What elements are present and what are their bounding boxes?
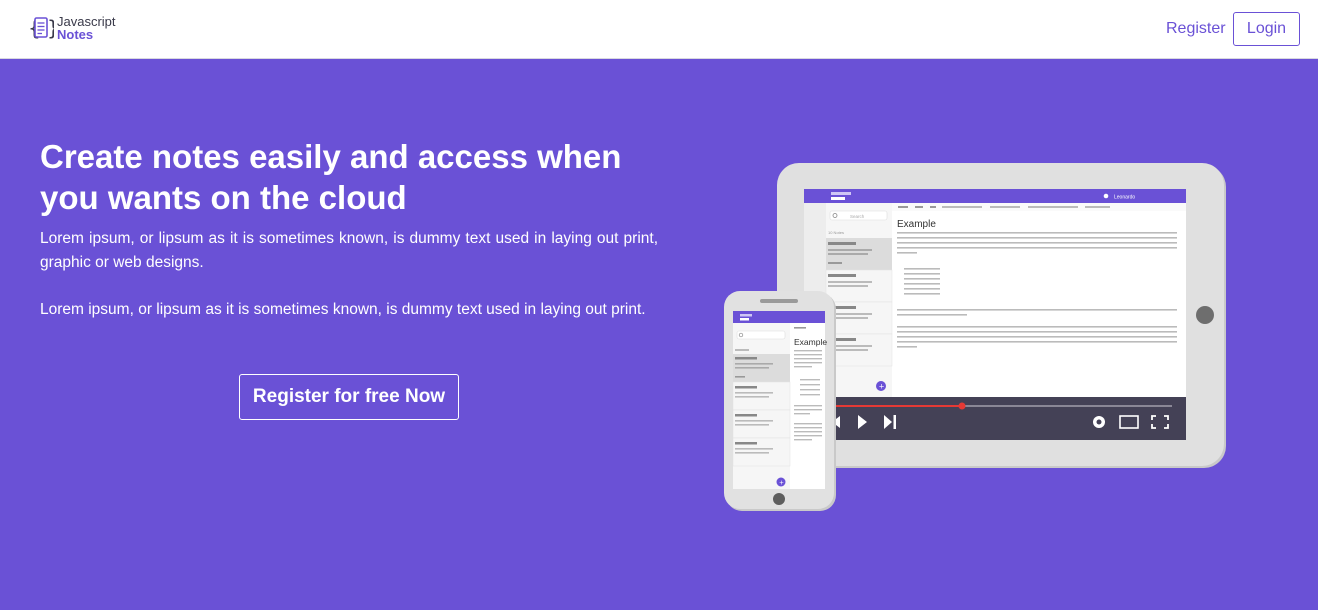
devices-illustration: Leonardo Search 10 Notes + Example + Exa… — [720, 160, 1230, 515]
tablet-search-placeholder: Search — [850, 214, 865, 219]
tablet-user-name: Leonardo — [1114, 195, 1135, 201]
svg-text:+: + — [779, 480, 784, 487]
tablet-notes-count: 10 Notes — [828, 230, 844, 235]
notebook-icon: { } — [28, 14, 60, 42]
top-navbar: { } Javascript Notes Register Login — [0, 0, 1318, 59]
hero-title: Create notes easily and access when you … — [40, 138, 622, 216]
svg-text:+: + — [879, 383, 885, 391]
login-button[interactable]: Login — [1233, 12, 1300, 46]
svg-text:}: } — [47, 16, 54, 40]
phone-note-heading: Example — [794, 337, 827, 347]
logo-text-line2: Notes — [57, 27, 94, 42]
hero-paragraph-2: Lorem ipsum, or lipsum as it is sometime… — [40, 301, 646, 318]
tablet-note-heading: Example — [897, 219, 936, 230]
hero-paragraph-1: Lorem ipsum, or lipsum as it is sometime… — [40, 230, 658, 271]
register-free-button[interactable]: Register for free Now — [239, 374, 459, 420]
app-logo[interactable]: { } Javascript Notes — [28, 14, 116, 42]
devices-mockup: Leonardo Search 10 Notes + Example + Exa… — [724, 163, 1226, 511]
register-link[interactable]: Register — [1166, 20, 1226, 38]
